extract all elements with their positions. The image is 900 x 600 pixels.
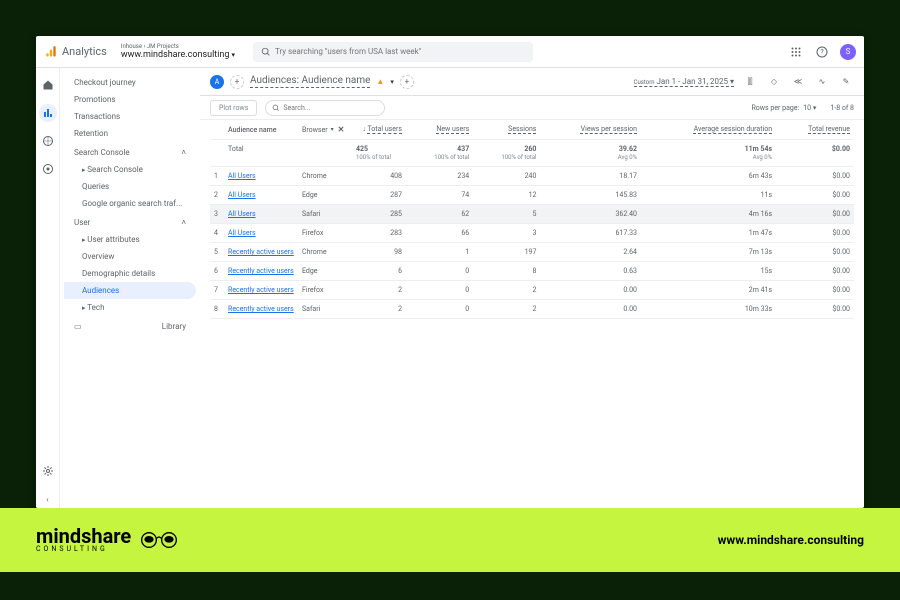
col-asd[interactable]: Average session duration — [641, 120, 776, 140]
reports-icon[interactable] — [39, 104, 57, 122]
dimension-name: Audience name — [228, 126, 277, 134]
table-search-input[interactable] — [283, 104, 363, 112]
sidebar-tech[interactable]: Tech — [64, 299, 196, 316]
apps-icon[interactable] — [788, 44, 804, 60]
audience-chip[interactable]: A — [210, 75, 224, 89]
table-row[interactable]: 7Recently active usersFirefox2020.002m 4… — [210, 281, 854, 300]
insights-icon[interactable]: ◇ — [766, 74, 782, 90]
col-rev[interactable]: Total revenue — [776, 120, 854, 140]
explore-icon[interactable] — [39, 132, 57, 150]
audience-link[interactable]: All Users — [228, 210, 256, 218]
mindshare-logo: mindshare CONSULTING — [36, 527, 179, 553]
collapse-icon[interactable]: ‹ — [39, 490, 57, 508]
col-vps[interactable]: Views per session — [540, 120, 641, 140]
audience-link[interactable]: Recently active users — [228, 267, 294, 275]
table-row[interactable]: 8Recently active usersSafari2020.0010m 3… — [210, 300, 854, 319]
rows-per-page-label: Rows per page: — [751, 104, 799, 112]
audience-link[interactable]: All Users — [228, 191, 256, 199]
sidebar-user-group[interactable]: User˄ — [64, 212, 196, 231]
audience-link[interactable]: Recently active users — [228, 305, 294, 313]
warning-icon[interactable]: ▲ — [376, 77, 384, 86]
audience-link[interactable]: Recently active users — [228, 286, 294, 294]
col-sessions[interactable]: Sessions — [473, 120, 540, 140]
table-row[interactable]: 4All UsersFirefox283663617.331m 47s$0.00 — [210, 224, 854, 243]
chevron-down-icon: ▾ — [390, 78, 394, 86]
sidebar-search-console-group[interactable]: Search Console˄ — [64, 142, 196, 161]
table-row[interactable]: 6Recently active usersEdge6080.6315s$0.0… — [210, 262, 854, 281]
sidebar-organic[interactable]: Google organic search traf... — [64, 195, 196, 212]
sidebar-queries[interactable]: Queries — [64, 178, 196, 195]
ga-logo: Analytics — [44, 45, 107, 59]
settings-icon[interactable] — [39, 462, 57, 480]
audience-link[interactable]: Recently active users — [228, 248, 294, 256]
table-row[interactable]: 2All UsersEdge2877412145.8311s$0.00 — [210, 186, 854, 205]
sidebar-audiences[interactable]: Audiences — [64, 282, 196, 299]
table-toolbar: Plot rows Rows per page: 10 ▾ 1-8 of 8 — [200, 96, 864, 120]
compare-icon[interactable]: ⫿⫿ — [742, 74, 758, 90]
chevron-up-icon: ˄ — [181, 218, 186, 227]
brand-url: www.mindshare.consulting — [718, 533, 864, 547]
audience-link[interactable]: All Users — [228, 229, 256, 237]
avatar[interactable]: S — [840, 44, 856, 60]
trend-icon[interactable]: ∿ — [814, 74, 830, 90]
sidebar-promotions[interactable]: Promotions — [64, 91, 196, 108]
table-search[interactable] — [265, 100, 385, 116]
glasses-icon — [139, 529, 179, 551]
help-icon[interactable]: ? — [814, 44, 830, 60]
sidebar-retention[interactable]: Retention — [64, 125, 196, 142]
report-toolbar: A + Audiences: Audience name ▲ ▾ + Custo… — [200, 68, 864, 96]
search-icon — [272, 104, 280, 112]
svg-text:?: ? — [820, 48, 824, 56]
sidebar-search-console[interactable]: Search Console — [64, 161, 196, 178]
total-label: Total — [224, 140, 352, 167]
app-header: Analytics Inhouse › JM Projects www.mind… — [36, 36, 864, 68]
audience-link[interactable]: All Users — [228, 172, 256, 180]
report-title: Audiences: Audience name — [250, 75, 370, 88]
remove-dimension-button[interactable]: ✕ — [338, 125, 345, 134]
share-icon[interactable]: ≪ — [790, 74, 806, 90]
analytics-logo-icon — [44, 45, 58, 59]
sidebar-user-attributes[interactable]: User attributes — [64, 231, 196, 248]
ads-icon[interactable] — [39, 160, 57, 178]
product-name: Analytics — [62, 45, 107, 58]
col-total-users[interactable]: ↓ Total users — [352, 120, 406, 140]
report-sidebar: Checkout journey Promotions Transactions… — [60, 68, 200, 508]
brand-footer: mindshare CONSULTING www.mindshare.consu… — [0, 508, 900, 572]
sidebar-library[interactable]: ▭ Library — [64, 316, 196, 335]
sidebar-transactions[interactable]: Transactions — [64, 108, 196, 125]
sidebar-checkout[interactable]: Checkout journey — [64, 74, 196, 91]
table-row[interactable]: 3All UsersSafari285625362.404m 16s$0.00 — [210, 205, 854, 224]
pagination-range: 1-8 of 8 — [830, 104, 854, 112]
sidebar-overview[interactable]: Overview — [64, 248, 196, 265]
search-input[interactable] — [275, 47, 525, 56]
main-content: A + Audiences: Audience name ▲ ▾ + Custo… — [200, 68, 864, 508]
table-row[interactable]: 1All UsersChrome40823424018.176m 43s$0.0… — [210, 167, 854, 186]
date-range-selector[interactable]: Custom Jan 1 - Jan 31, 2025 ▾ — [634, 77, 734, 87]
col-new-users[interactable]: New users — [406, 120, 473, 140]
property-selector[interactable]: Inhouse › JM Projects www.mindshare.cons… — [121, 43, 235, 60]
global-search[interactable] — [253, 42, 533, 62]
chevron-up-icon: ˄ — [181, 148, 186, 157]
search-icon — [261, 47, 271, 57]
table-row[interactable]: 5Recently active usersChrome9811972.647m… — [210, 243, 854, 262]
home-icon[interactable] — [39, 76, 57, 94]
add-secondary-button[interactable]: + — [400, 75, 414, 89]
nav-rail: ‹ — [36, 68, 60, 508]
secondary-dimension-select[interactable]: Browser — [302, 126, 334, 134]
data-table: Audience name Browser ✕ ↓ Total users New… — [200, 120, 864, 508]
edit-icon[interactable]: ✎ — [838, 74, 854, 90]
sidebar-demographic[interactable]: Demographic details — [64, 265, 196, 282]
add-comparison-button[interactable]: + — [230, 75, 244, 89]
analytics-app: Analytics Inhouse › JM Projects www.mind… — [36, 36, 864, 508]
plot-rows-button[interactable]: Plot rows — [210, 100, 257, 116]
rows-per-page-select[interactable]: 10 ▾ — [803, 104, 816, 112]
